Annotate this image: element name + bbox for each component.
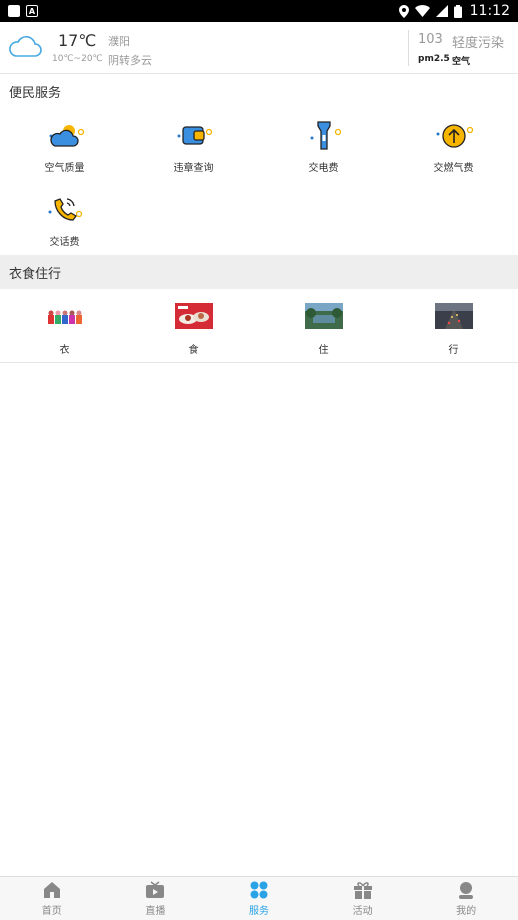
section-title-services: 便民服务 — [9, 85, 62, 101]
air-label: 空气 — [452, 57, 471, 67]
wifi-icon — [414, 5, 430, 17]
tv-icon — [146, 881, 165, 898]
location-icon — [398, 4, 409, 18]
life-item-food[interactable]: 食 — [129, 303, 258, 356]
tab-services[interactable]: 服务 — [207, 877, 311, 920]
tab-label: 服务 — [248, 906, 269, 917]
divider — [0, 362, 518, 363]
cloud-icon — [9, 36, 42, 57]
food-photo — [174, 303, 213, 329]
pm25-label: pm2.5 — [418, 54, 450, 64]
life-label: 行 — [448, 345, 459, 356]
clothing-photo — [45, 303, 84, 329]
home-icon — [43, 882, 60, 898]
signal-icon — [435, 5, 448, 17]
cloud-icon — [49, 125, 84, 147]
life-item-traffic[interactable]: 行 — [389, 303, 518, 356]
profile-icon — [459, 882, 474, 899]
flashlight-icon — [310, 121, 341, 150]
service-label: 交电费 — [308, 163, 339, 174]
service-label: 交话费 — [49, 237, 80, 248]
phone-icon — [48, 198, 82, 221]
divider — [408, 30, 409, 66]
service-phone-bill[interactable]: 交话费 — [0, 192, 129, 248]
temperature-range: 10℃~20℃ — [52, 54, 103, 64]
city-name: 濮阳 — [108, 35, 130, 48]
services-icon — [250, 881, 268, 899]
tab-profile[interactable]: 我的 — [414, 877, 518, 920]
service-label: 交燃气费 — [433, 163, 474, 174]
life-label: 住 — [318, 345, 329, 356]
life-item-clothing[interactable]: 衣 — [0, 303, 129, 356]
service-label: 违章查询 — [173, 163, 214, 174]
traffic-photo — [434, 303, 473, 329]
service-gas-bill[interactable]: 交燃气费 — [389, 118, 518, 174]
life-label: 食 — [188, 345, 199, 356]
service-electric-bill[interactable]: 交电费 — [259, 118, 388, 174]
tab-label: 我的 — [456, 906, 477, 917]
tab-home[interactable]: 首页 — [0, 877, 104, 920]
bottom-tab-bar: 首页 直播 服务 活动 我的 — [0, 876, 518, 920]
housing-photo — [304, 303, 343, 329]
tab-label: 活动 — [352, 906, 373, 917]
tab-activity[interactable]: 活动 — [311, 877, 415, 920]
weather-condition: 阴转多云 — [108, 54, 152, 67]
life-label: 衣 — [59, 345, 70, 356]
arrow-up-circle-icon — [436, 124, 473, 148]
service-violation-query[interactable]: 违章查询 — [129, 118, 258, 174]
status-bar: A 11:12 — [0, 0, 518, 22]
tab-label: 直播 — [145, 906, 166, 917]
temperature: 17℃ — [58, 31, 97, 50]
life-item-housing[interactable]: 住 — [259, 303, 388, 356]
battery-icon — [453, 4, 462, 18]
a-icon: A — [26, 5, 38, 17]
gift-icon — [353, 882, 372, 899]
tab-label: 首页 — [41, 906, 62, 917]
service-air-quality[interactable]: 空气质量 — [0, 118, 129, 174]
wallet-icon — [177, 126, 212, 145]
section-title-life: 衣食住行 — [0, 255, 518, 289]
clock: 11:12 — [469, 3, 510, 19]
tab-live[interactable]: 直播 — [104, 877, 208, 920]
aqi-value: 103 — [418, 32, 443, 47]
service-label: 空气质量 — [44, 163, 85, 174]
aqi-level: 轻度污染 — [452, 36, 505, 51]
notification-icon — [8, 5, 20, 17]
weather-header[interactable]: 17℃ 10℃~20℃ 濮阳 阴转多云 103 轻度污染 pm2.5 空气 — [0, 22, 518, 74]
